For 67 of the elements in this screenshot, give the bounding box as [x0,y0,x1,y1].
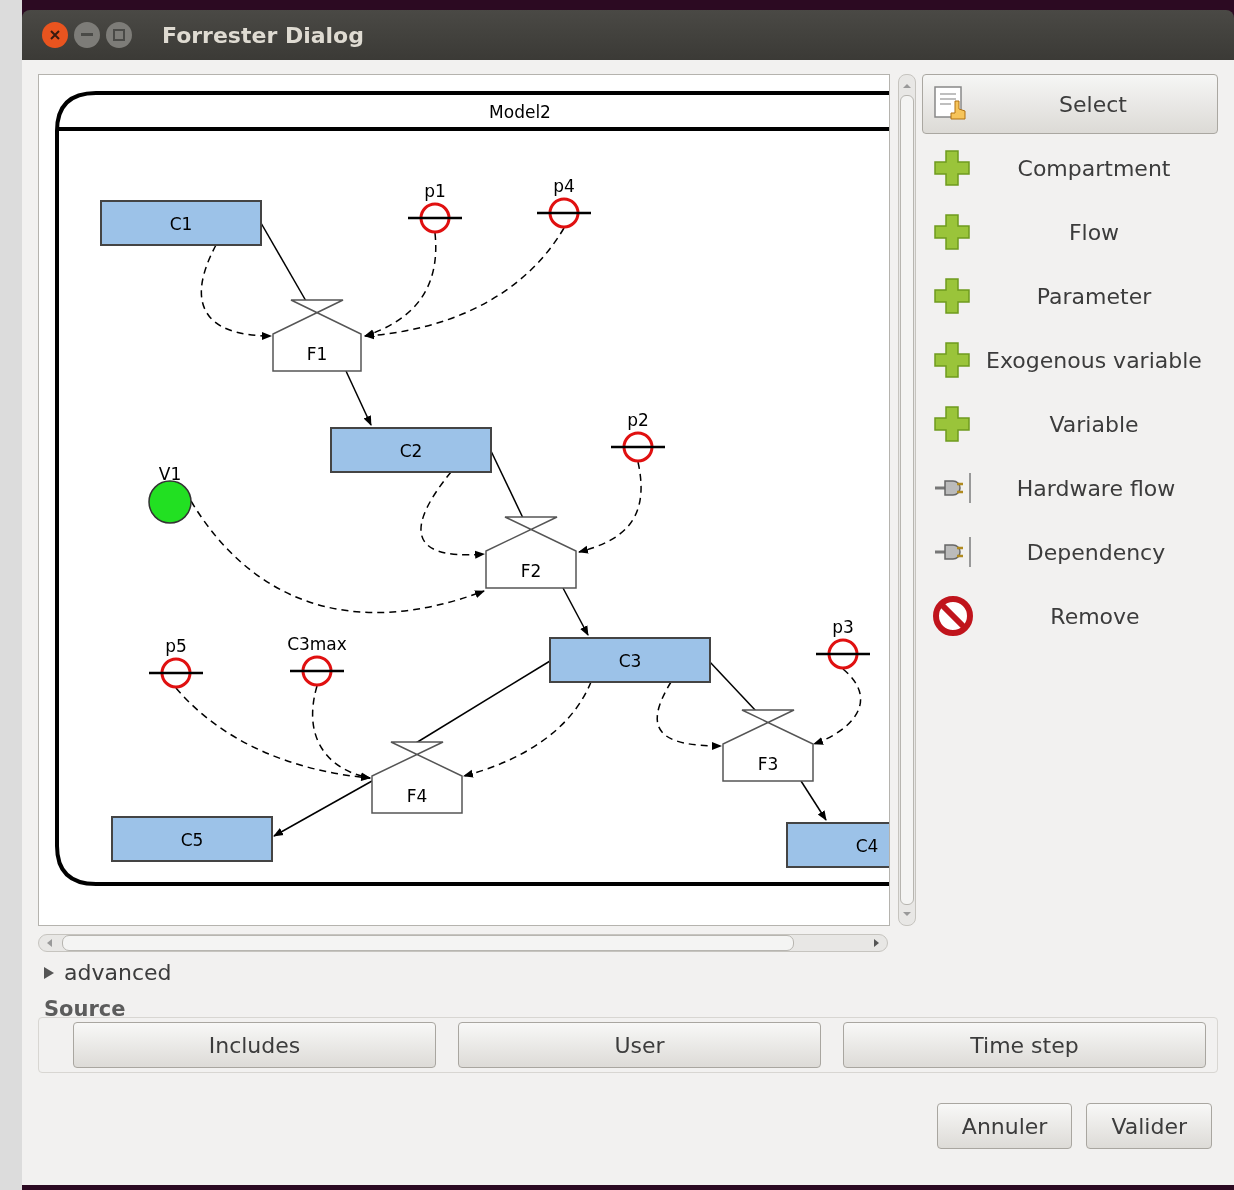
tool-button[interactable]: Parameter [922,264,1218,328]
parameter-node [537,197,591,229]
plus-icon [933,277,971,315]
variable-label: V1 [158,464,182,484]
scroll-up-icon[interactable] [902,81,912,91]
parameter-label: p4 [553,176,575,196]
compartment-label: C1 [169,214,193,234]
flow-arrow [345,370,372,426]
compartment-label: C3 [618,651,642,671]
flow-label: F2 [520,561,542,581]
tool-button[interactable]: Exogenous variable [922,328,1218,392]
parameter-label: p1 [424,181,446,201]
flow-label: F4 [406,786,428,806]
compartment-label: C4 [855,836,879,856]
parameter-label: C3max [287,634,347,654]
plus-icon [933,149,971,187]
close-icon [50,30,60,40]
tool-button[interactable]: Select [922,74,1218,134]
advanced-expander[interactable]: advanced [38,960,176,985]
scroll-left-icon[interactable] [45,938,53,948]
compartment-label: C2 [399,441,423,461]
source-button[interactable]: User [458,1022,821,1068]
dialog-button[interactable]: Valider [1086,1103,1212,1149]
expander-icon [42,965,56,980]
plus-icon [933,405,971,443]
scroll-right-icon[interactable] [873,938,881,948]
document-hand-icon [933,85,969,123]
tool-button[interactable]: Variable [922,392,1218,456]
parameter-label: p5 [165,636,187,656]
parameter-node [408,202,462,234]
scroll-down-icon[interactable] [902,909,912,919]
source-button[interactable]: Includes [73,1022,436,1068]
dialog-button[interactable]: Annuler [936,1103,1073,1149]
window-title: Forrester Dialog [162,22,364,48]
horizontal-scrollbar[interactable] [38,934,888,952]
minimize-button[interactable] [74,22,100,48]
flow-line [708,660,757,712]
parameter-node [816,638,870,670]
tool-button[interactable]: Compartment [922,136,1218,200]
parameter-node [290,655,344,687]
compartment-label: C5 [180,830,204,850]
flow-arrow [562,587,589,636]
maximize-button[interactable] [106,22,132,48]
parameter-node [149,657,203,689]
group-title: Source [43,997,127,1021]
no-entry-icon [933,596,973,636]
minimize-icon [81,33,93,37]
parameter-label: p2 [627,410,649,430]
source-button[interactable]: Time step [843,1022,1206,1068]
flow-label: F3 [757,754,779,774]
vertical-scrollbar[interactable] [898,74,916,926]
flow-arrow [800,780,827,821]
maximize-icon [113,29,125,41]
model-title: Model2 [489,102,551,122]
dependency-arrow [656,681,722,750]
close-button[interactable] [42,22,68,48]
plus-icon [933,213,971,251]
flow-label: F1 [306,344,328,364]
plus-icon [933,341,971,379]
flow-line [490,450,524,519]
variable-node [148,480,192,524]
parameter-label: p3 [832,617,854,637]
parameter-node [611,431,665,463]
tool-button[interactable]: Hardware flow [922,456,1218,520]
tool-button[interactable]: Remove [922,584,1218,648]
tool-button[interactable]: Flow [922,200,1218,264]
tool-button[interactable]: Dependency [922,520,1218,584]
